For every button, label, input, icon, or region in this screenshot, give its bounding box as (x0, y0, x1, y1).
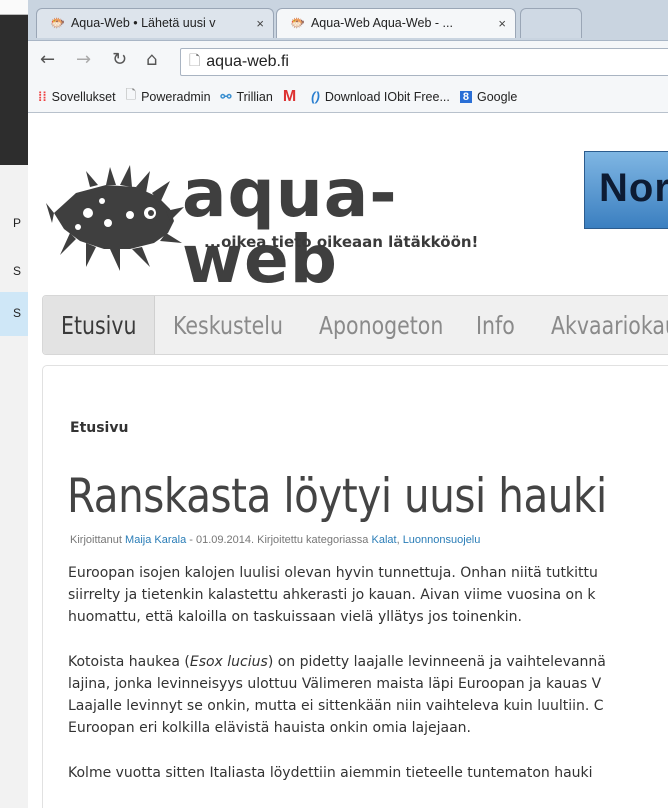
tab-strip: 🐡 Aqua-Web • Lähetä uusi v × 🐡 Aqua-Web … (28, 0, 668, 41)
forward-arrow-icon[interactable]: → (76, 49, 91, 70)
pufferfish-logo-icon (46, 165, 184, 271)
background-window-char: P (13, 216, 22, 230)
site-brand-name: aqua-web (182, 155, 398, 298)
site-logo[interactable]: aqua-web ...oikea tieto oikeaan lätäkköö… (46, 161, 486, 293)
meta-date: - 01.09.2014. Kirjoitettu kategoriassa (186, 534, 369, 546)
background-window-strip: P S S (0, 0, 29, 808)
article-card: Etusivu Ranskasta löytyi uusi hauki Kirj… (42, 365, 668, 808)
back-arrow-icon[interactable]: ← (40, 49, 55, 70)
paragraph-line: Euroopan eri kolkilla elävistä hauista o… (68, 720, 471, 736)
nav-aponogeton[interactable]: Aponogeton (319, 296, 443, 354)
paragraph-line: Kolme vuotta sitten Italiasta löydettiin… (68, 765, 593, 781)
address-bar[interactable]: 🗋 aqua-web.fi (180, 48, 668, 76)
paragraph-line: lajina, jonka levinneisyys ulottuu Välim… (68, 676, 602, 692)
bookmark-iobit[interactable]: () Download IObit Free... (311, 89, 450, 104)
paragraph-line: huomattu, että kaloilla on taskuissaan v… (68, 609, 522, 625)
bookmark-trillian[interactable]: ⚯ Trillian (221, 89, 273, 105)
nav-etusivu[interactable]: Etusivu (61, 296, 136, 354)
iobit-icon: () (311, 89, 320, 104)
article-title[interactable]: Ranskasta löytyi uusi hauki (67, 469, 607, 524)
bookmark-label: Google (477, 89, 518, 104)
page-icon: 🗋 (125, 86, 137, 102)
paragraph-line: Laajalle levinnyt se onkin, mutta ei sit… (68, 698, 604, 714)
article-meta: Kirjoittanut Maija Karala - 01.09.2014. … (70, 534, 480, 546)
species-name: Esox lucius (189, 654, 268, 670)
bookmark-label: Sovellukset (51, 89, 116, 104)
page-icon: 🗋 (189, 53, 201, 69)
author-link[interactable]: Maija Karala (125, 534, 186, 546)
article-paragraph-2: Kotoista haukea (Esox lucius) on pidetty… (68, 651, 668, 739)
address-url[interactable]: aqua-web.fi (206, 53, 289, 71)
tab-aqua-web-home[interactable]: 🐡 Aqua-Web Aqua-Web - ... × (276, 8, 516, 38)
tab-aqua-web-post[interactable]: 🐡 Aqua-Web • Lähetä uusi v × (36, 8, 274, 38)
home-icon[interactable]: ⌂ (146, 49, 157, 70)
browser-toolbar: ← → ↻ ⌂ 🗋 aqua-web.fi (28, 41, 668, 81)
banner-ad-text: Nor (599, 166, 668, 210)
background-window-bar (0, 0, 28, 15)
bookmark-label: Poweradmin (141, 89, 211, 104)
reload-icon[interactable]: ↻ (112, 49, 127, 70)
meta-separator: , (396, 534, 400, 546)
close-icon[interactable]: × (256, 16, 264, 31)
breadcrumb[interactable]: Etusivu (70, 420, 128, 436)
background-window-char: S (13, 306, 22, 320)
fish-favicon-icon: 🐡 (290, 16, 305, 30)
paragraph-line: siirrelty ja tietenkin kalastettu ahkera… (68, 587, 596, 603)
fish-favicon-icon: 🐡 (50, 16, 65, 30)
article-paragraph-1: Euroopan isojen kalojen luulisi olevan h… (68, 562, 668, 628)
gmail-icon: M (282, 87, 297, 105)
nav-info[interactable]: Info (476, 296, 515, 354)
bookmark-gmail[interactable]: M (283, 88, 301, 106)
bookmark-poweradmin[interactable]: 🗋 Poweradmin (126, 86, 211, 108)
category-link-kalat[interactable]: Kalat (371, 534, 396, 546)
bookmark-label: Trillian (236, 89, 273, 104)
page-viewport: aqua-web ...oikea tieto oikeaan lätäkköö… (28, 113, 668, 808)
tab-title: Aqua-Web • Lähetä uusi v (70, 16, 216, 30)
close-icon[interactable]: × (498, 16, 506, 31)
new-tab-button[interactable] (520, 8, 582, 38)
category-link-luonnonsuojelu[interactable]: Luonnonsuojelu (403, 534, 481, 546)
banner-ad[interactable]: Nor (584, 151, 668, 229)
site-tagline: ...oikea tieto oikeaan lätäkköön! (204, 233, 479, 251)
paragraph-line: Kotoista haukea (Esox lucius) on pidetty… (68, 654, 606, 670)
tab-title: Aqua-Web Aqua-Web - ... (310, 16, 453, 30)
bookmark-sovellukset[interactable]: ⁞⁞ Sovellukset (38, 89, 116, 104)
bookmark-label: Download IObit Free... (324, 89, 450, 104)
meta-prefix: Kirjoittanut (70, 534, 122, 546)
apps-grid-icon: ⁞⁞ (38, 89, 47, 104)
trillian-icon: ⚯ (220, 88, 232, 104)
google-icon: 8 (459, 90, 472, 103)
background-window-dark-panel (0, 0, 28, 165)
nav-keskustelu[interactable]: Keskustelu (173, 296, 283, 354)
browser-chrome: 🐡 Aqua-Web • Lähetä uusi v × 🐡 Aqua-Web … (28, 0, 668, 113)
bookmarks-bar: ⁞⁞ Sovellukset 🗋 Poweradmin ⚯ Trillian M… (28, 81, 668, 113)
background-window-char: S (13, 264, 22, 278)
article-paragraph-3: Kolme vuotta sitten Italiasta löydettiin… (68, 762, 668, 784)
bookmark-google[interactable]: 8 Google (459, 89, 518, 104)
nav-akvaariokauppa[interactable]: Akvaariokau (551, 296, 668, 354)
main-navigation: Etusivu Keskustelu Aponogeton Info Akvaa… (42, 295, 668, 355)
paragraph-line: Euroopan isojen kalojen luulisi olevan h… (68, 565, 598, 581)
